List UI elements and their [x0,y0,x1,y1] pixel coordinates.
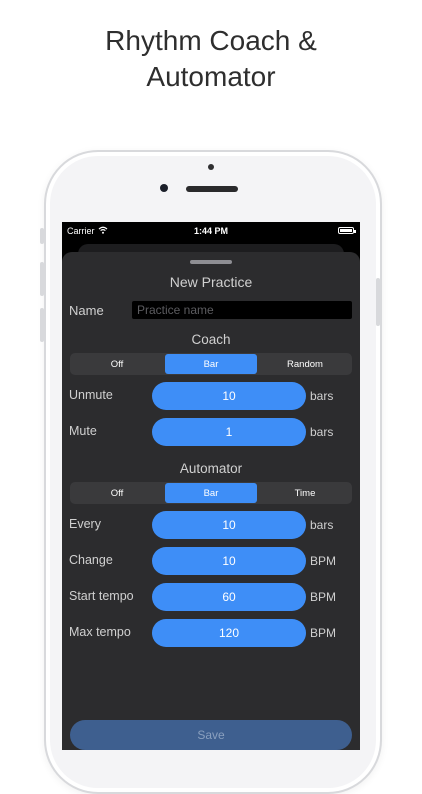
earpiece-speaker [186,186,238,192]
automator-section-title: Automator [179,461,243,476]
unmute-unit: bars [310,389,334,403]
headline-line-1: Rhythm Coach & [105,25,317,56]
status-bar: Carrier 1:44 PM [62,222,360,240]
coach-segment-off[interactable]: Off [71,354,163,374]
phone-screen: Carrier 1:44 PM New Practice Name Coach … [62,222,360,750]
volume-up-button [40,262,44,296]
name-label: Name [69,303,104,318]
proximity-sensor [208,164,214,170]
mute-label: Mute [69,424,97,438]
power-button [376,278,380,326]
coach-segment-bar[interactable]: Bar [165,354,257,374]
every-unit: bars [310,518,334,532]
new-practice-sheet: New Practice Name Coach Off Bar Random U… [62,252,360,750]
every-label: Every [69,517,101,531]
mute-unit: bars [310,425,334,439]
sheet-grabber[interactable] [190,260,232,264]
mute-stepper[interactable]: 1 [152,418,306,446]
max-tempo-stepper[interactable]: 120 [152,619,306,647]
automator-segment-time[interactable]: Time [259,483,351,503]
start-tempo-label: Start tempo [69,589,134,603]
status-time: 1:44 PM [193,226,228,236]
start-tempo-unit: BPM [310,590,337,604]
battery-icon [338,227,356,234]
start-tempo-stepper[interactable]: 60 [152,583,306,611]
save-button[interactable]: Save [70,720,352,750]
headline-line-2: Automator [146,61,276,92]
max-tempo-label: Max tempo [69,625,131,639]
sheet-title: New Practice [169,274,253,290]
change-unit: BPM [310,554,337,568]
coach-section-title: Coach [191,332,231,347]
max-tempo-unit: BPM [310,626,337,640]
mute-switch [40,228,44,244]
change-label: Change [69,553,113,567]
front-camera [160,184,168,192]
unmute-stepper[interactable]: 10 [152,382,306,410]
coach-mode-segmented-control: Off Bar Random [70,353,352,375]
automator-segment-off[interactable]: Off [71,483,163,503]
coach-segment-random[interactable]: Random [259,354,351,374]
automator-segment-bar[interactable]: Bar [165,483,257,503]
volume-down-button [40,308,44,342]
unmute-label: Unmute [69,388,113,402]
every-stepper[interactable]: 10 [152,511,306,539]
change-stepper[interactable]: 10 [152,547,306,575]
practice-name-input[interactable] [132,301,352,319]
automator-mode-segmented-control: Off Bar Time [70,482,352,504]
